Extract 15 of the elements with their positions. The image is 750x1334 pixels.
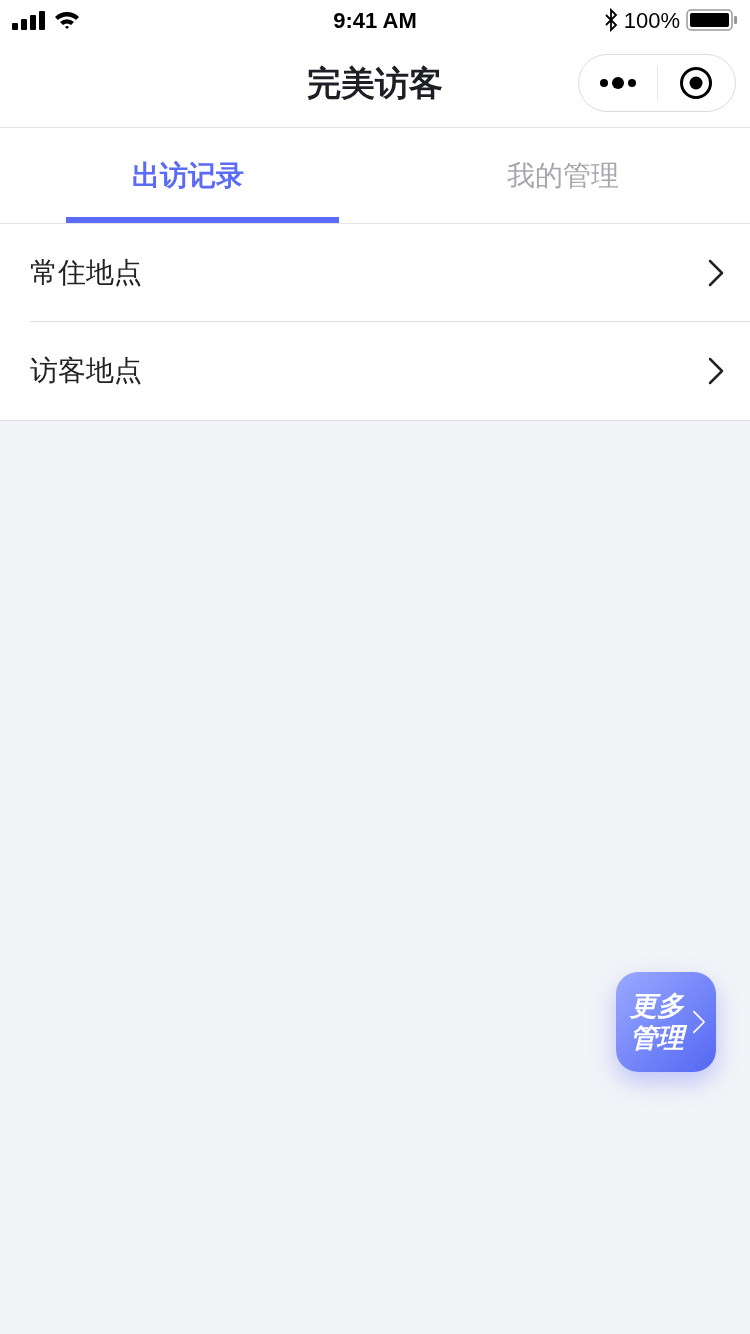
signal-icon xyxy=(12,10,46,30)
list-item[interactable]: 访客地点 xyxy=(30,350,142,392)
battery-percent: 100% xyxy=(623,6,680,35)
list-item[interactable]: 常住地点 xyxy=(30,251,142,294)
status-time: 9:41 AM xyxy=(333,6,417,35)
chevron-right-icon xyxy=(708,357,724,385)
chevron-right-icon xyxy=(692,1010,706,1034)
page-title: 完美访客 xyxy=(307,63,443,104)
battery-icon xyxy=(686,8,738,32)
tab[interactable]: 我的管理 xyxy=(375,128,750,223)
chevron-right-icon xyxy=(708,258,724,287)
bluetooth-icon xyxy=(603,8,618,32)
tab[interactable]: 出访记录 xyxy=(0,128,375,223)
wifi-icon xyxy=(54,10,80,30)
more-management-button[interactable]: 更多管理 xyxy=(616,972,716,1072)
